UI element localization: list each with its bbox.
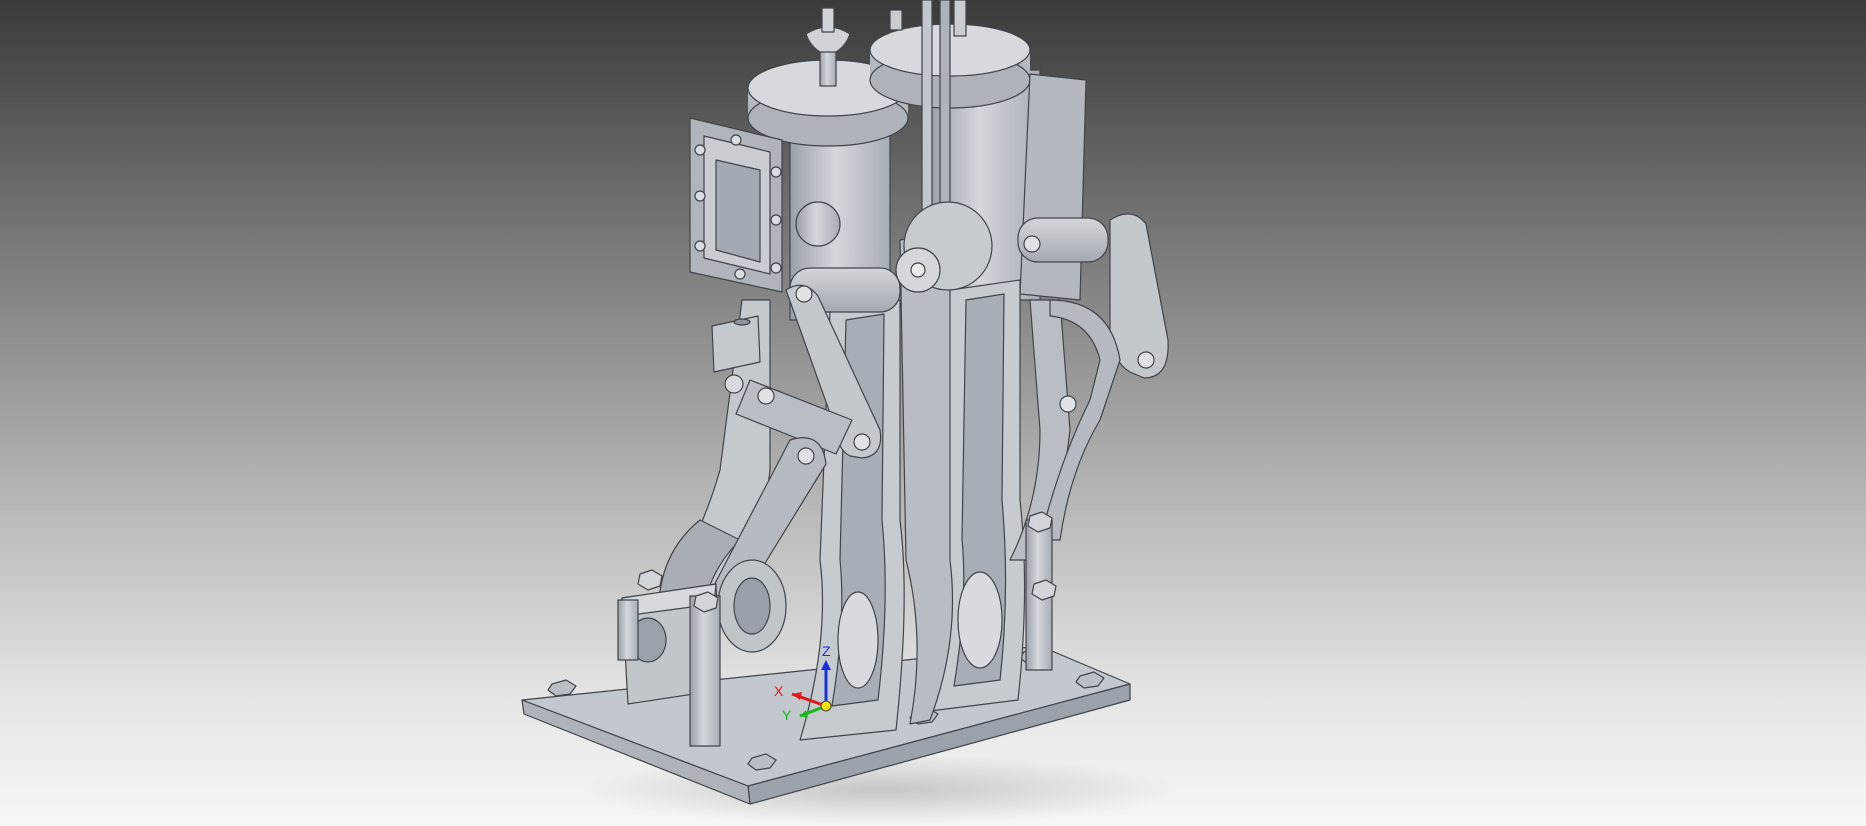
axis-x-label: X bbox=[774, 683, 784, 699]
steam-engine-model[interactable]: X Y Z bbox=[0, 0, 1866, 826]
boss-left bbox=[795, 201, 841, 247]
axis-z-label: Z bbox=[822, 643, 831, 659]
frame-right-plate bbox=[1019, 73, 1087, 301]
piston-rod-b bbox=[939, 0, 951, 211]
origin-point bbox=[820, 700, 832, 712]
center-web bbox=[899, 229, 954, 725]
piston-rod-a bbox=[921, 0, 933, 211]
axis-y-label: Y bbox=[782, 707, 792, 723]
3d-viewport[interactable]: X Y Z bbox=[0, 0, 1866, 826]
engine-body bbox=[521, 0, 1169, 805]
